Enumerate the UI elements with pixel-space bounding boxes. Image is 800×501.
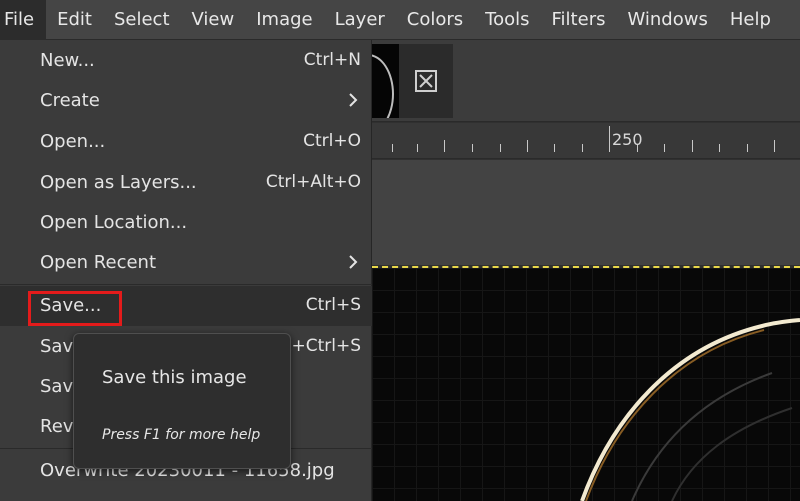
- menu-view[interactable]: View: [181, 0, 246, 40]
- menu-item-open-as-layers[interactable]: Open as Layers... Ctrl+Alt+O: [0, 163, 372, 203]
- menu-item-open-recent[interactable]: Open Recent: [0, 243, 372, 283]
- menu-item-open[interactable]: Open... Ctrl+O: [0, 122, 372, 162]
- save-highlight-box: [28, 291, 122, 326]
- menu-file[interactable]: File: [0, 0, 47, 40]
- menu-item-open-location[interactable]: Open Location...: [0, 203, 372, 243]
- close-tab-button[interactable]: [399, 44, 453, 118]
- image-canvas[interactable]: [372, 268, 800, 501]
- menu-layer[interactable]: Layer: [324, 0, 396, 40]
- menu-help[interactable]: Help: [719, 0, 782, 40]
- menu-select[interactable]: Select: [103, 0, 181, 40]
- menu-tools[interactable]: Tools: [474, 0, 540, 40]
- menu-colors[interactable]: Colors: [396, 0, 474, 40]
- menu-filters[interactable]: Filters: [541, 0, 617, 40]
- menu-windows[interactable]: Windows: [616, 0, 718, 40]
- image-tab-thumbnail[interactable]: [372, 44, 399, 118]
- image-tabs-bar: [372, 40, 800, 122]
- tooltip-title: Save this image: [102, 367, 247, 388]
- menubar: File Edit Select View Image Layer Colors…: [0, 0, 800, 40]
- menu-item-new[interactable]: New... Ctrl+N: [0, 41, 372, 81]
- close-icon: [415, 70, 437, 92]
- tooltip: Save this image Press F1 for more help: [73, 333, 291, 469]
- menu-edit[interactable]: Edit: [46, 0, 103, 40]
- horizontal-ruler: 250: [372, 123, 800, 159]
- chevron-right-icon: [349, 255, 358, 269]
- canvas-padding: [372, 160, 800, 265]
- menu-item-create[interactable]: Create: [0, 81, 372, 121]
- chevron-right-icon: [349, 93, 358, 107]
- ruler-label: 250: [612, 130, 643, 149]
- menu-image[interactable]: Image: [245, 0, 323, 40]
- tooltip-help: Press F1 for more help: [102, 427, 261, 443]
- menu-separator: [0, 284, 372, 285]
